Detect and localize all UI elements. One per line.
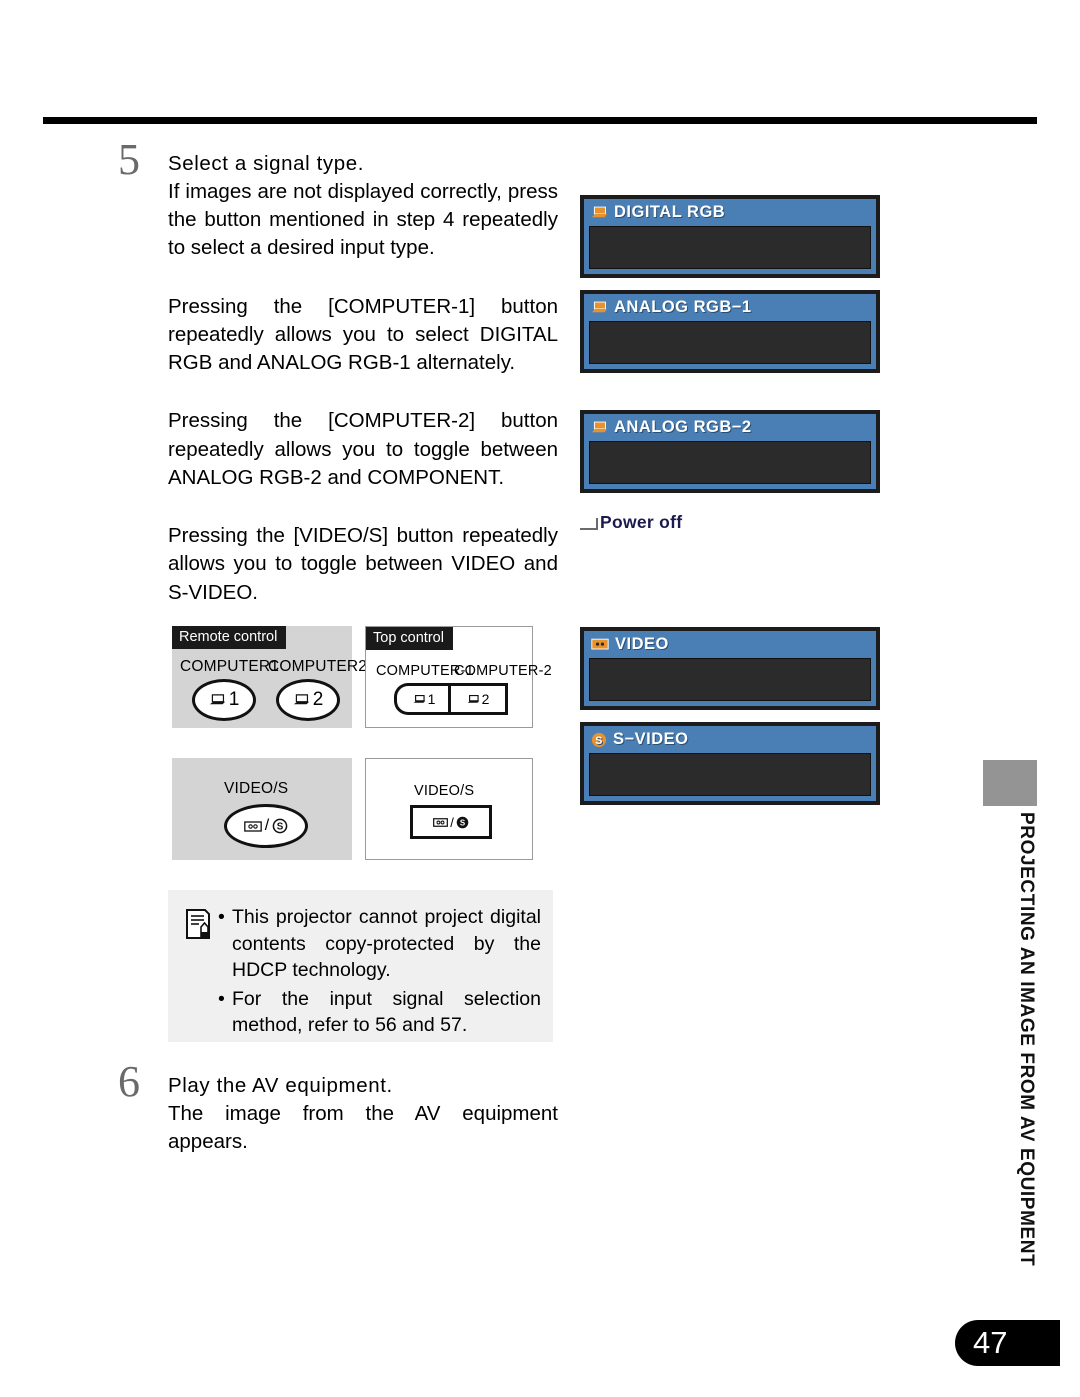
laptop-icon	[293, 694, 309, 705]
step-6-number: 6	[118, 1057, 140, 1106]
step-6-title: Play the AV equipment.	[168, 1074, 393, 1097]
laptop-icon	[591, 206, 608, 217]
remote-computer1-digit: 1	[228, 689, 240, 710]
top-computer1-button[interactable]: 1	[394, 683, 451, 715]
top-video-caption: VIDEO/S	[414, 783, 475, 799]
laptop-icon	[413, 694, 425, 703]
step-5-paragraph-4: Pressing the [VIDEO/S] button repeatedly…	[168, 524, 558, 604]
laptop-icon	[591, 421, 608, 432]
power-off-indicator: Power off	[580, 512, 682, 533]
osd-panel-s-video: S S−VIDEO	[580, 722, 880, 805]
step-5-number: 5	[118, 135, 140, 184]
tape-icon	[433, 817, 449, 827]
s-video-icon: S	[272, 818, 288, 834]
osd-title-text: VIDEO	[615, 635, 669, 653]
osd-screen-area	[589, 753, 871, 796]
top-control-video-diagram: VIDEO/S / S	[365, 758, 533, 860]
osd-screen-area	[589, 321, 871, 364]
note-item-text: For the input signal selection method, r…	[232, 987, 541, 1037]
step-6: 6 Play the AV equipment. The image from …	[118, 1060, 558, 1156]
svg-text:S: S	[460, 818, 465, 827]
remote-computer2-button[interactable]: 2	[276, 679, 340, 721]
osd-title-bar: VIDEO	[584, 631, 876, 658]
top-computer1-digit: 1	[427, 691, 436, 707]
osd-title-bar: ANALOG RGB−1	[584, 294, 876, 321]
instructions-column: 5 Select a signal type. If images are no…	[118, 138, 558, 607]
svg-text:S: S	[277, 822, 284, 833]
page-number: 47	[955, 1320, 1060, 1366]
note-item: • For the input signal selection method,…	[218, 986, 541, 1039]
osd-panel-analog-rgb-1: ANALOG RGB−1	[580, 290, 880, 373]
tape-icon	[243, 820, 262, 832]
power-off-label: Power off	[600, 512, 683, 532]
osd-title-text: DIGITAL RGB	[614, 203, 726, 221]
step-5-paragraph-1: If images are not displayed correctly, p…	[168, 179, 558, 260]
step-5: 5 Select a signal type. If images are no…	[118, 138, 558, 607]
osd-title-text: ANALOG RGB−1	[614, 298, 752, 316]
top-computer2-digit: 2	[481, 691, 490, 707]
top-control-computer-diagram: Top control COMPUTER-1 COMPUTER-2 1 2	[365, 626, 552, 728]
note-box: • This projector cannot project digital …	[168, 890, 553, 1042]
laptop-icon	[209, 694, 225, 705]
svg-text:S: S	[595, 735, 603, 747]
top-video-button[interactable]: / S	[410, 805, 492, 839]
osd-title-bar: ANALOG RGB−2	[584, 414, 876, 441]
remote-video-caption: VIDEO/S	[224, 780, 289, 797]
remote-control-computer-diagram: Remote control COMPUTER1 COMPUTER2 1 2	[172, 626, 367, 728]
top-computer2-button[interactable]: 2	[448, 683, 508, 715]
remote-video-separator: /	[264, 817, 270, 834]
header-rule	[43, 117, 1037, 124]
step-5-paragraph-3: Pressing the [COMPUTER-2] button repeate…	[168, 409, 558, 489]
remote-computer1-button[interactable]: 1	[192, 679, 256, 721]
power-off-mark-icon	[580, 518, 598, 530]
remote-video-button[interactable]: / S	[224, 804, 308, 848]
note-item-text: This projector cannot project digital co…	[232, 906, 541, 982]
remote-control-video-diagram: VIDEO/S / S	[172, 758, 352, 860]
osd-panel-analog-rgb-2: ANALOG RGB−2	[580, 410, 880, 493]
top-computer2-caption: COMPUTER-2	[454, 663, 552, 679]
step-5-title: Select a signal type.	[168, 152, 365, 175]
osd-title-bar: S S−VIDEO	[584, 726, 876, 753]
remote-computer2-digit: 2	[312, 689, 324, 710]
section-tab-marker	[983, 760, 1037, 806]
osd-screen-area	[589, 441, 871, 484]
s-video-icon: S	[456, 816, 469, 828]
note-item: • This projector cannot project digital …	[218, 904, 541, 984]
remote-computer1-caption: COMPUTER1	[180, 658, 280, 675]
step-6-paragraph-1: The image from the AV equipment appears.	[168, 1101, 558, 1153]
osd-screen-area	[589, 658, 871, 701]
note-bullet: •	[218, 987, 225, 1010]
laptop-icon	[591, 301, 608, 312]
osd-title-text: S−VIDEO	[613, 730, 689, 748]
laptop-icon	[467, 694, 479, 703]
osd-panel-video: VIDEO	[580, 627, 880, 710]
osd-screen-area	[589, 226, 871, 269]
osd-panel-digital-rgb: DIGITAL RGB	[580, 195, 880, 278]
remote-computer2-caption: COMPUTER2	[268, 658, 368, 675]
step-5-paragraph-2: Pressing the [COMPUTER-1] button repeate…	[168, 294, 558, 375]
osd-title-text: ANALOG RGB−2	[614, 418, 752, 436]
section-vertical-title: PROJECTING AN IMAGE FROM AV EQUIPMENT	[1016, 812, 1037, 1267]
note-list: • This projector cannot project digital …	[218, 904, 541, 1041]
remote-control-label: Remote control	[172, 626, 287, 650]
top-control-label: Top control	[366, 627, 453, 651]
osd-title-bar: DIGITAL RGB	[584, 199, 876, 226]
tape-icon	[591, 638, 609, 650]
top-video-separator: /	[450, 814, 454, 830]
note-bullet: •	[218, 906, 225, 928]
memo-note-icon	[186, 909, 210, 939]
s-video-icon: S	[591, 732, 607, 747]
